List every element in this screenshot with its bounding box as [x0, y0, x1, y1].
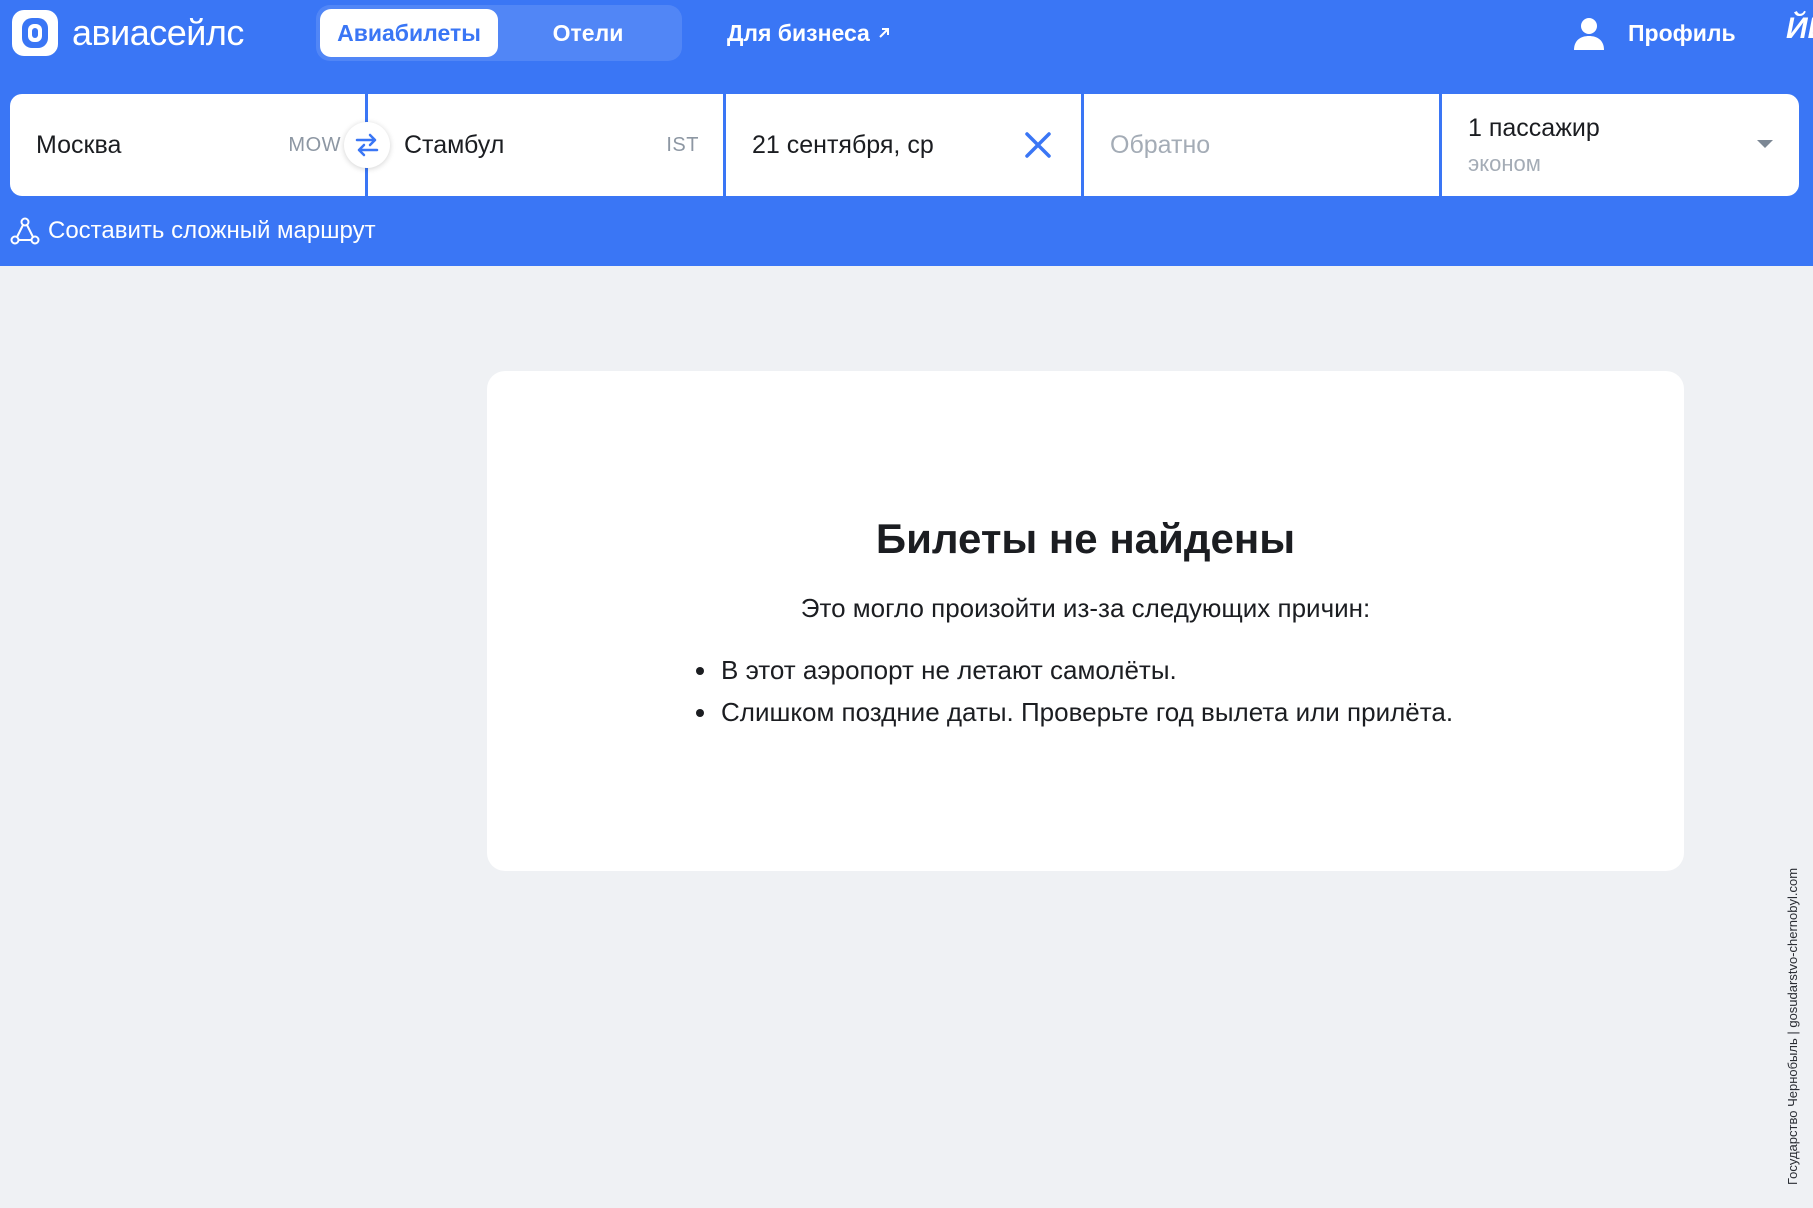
destination-field[interactable]: Стамбул IST [368, 94, 723, 196]
reasons-list: В этот аэропорт не летают самолёты. Слиш… [696, 649, 1453, 733]
user-icon [1574, 18, 1604, 50]
destination-city: Стамбул [404, 130, 505, 159]
cabin-class: эконом [1468, 150, 1541, 176]
tab-flights[interactable]: Авиабилеты [320, 9, 498, 57]
tab-hotels[interactable]: Отели [498, 9, 678, 57]
logo[interactable]: авиасейлс [12, 8, 244, 58]
list-item: Слишком поздние даты. Проверьте год выле… [696, 691, 1453, 733]
list-item: В этот аэропорт не летают самолёты. [696, 649, 1453, 691]
complex-route-label: Составить сложный маршрут [48, 217, 376, 244]
origin-code: MOW [288, 134, 341, 156]
main-tabs: Авиабилеты Отели [316, 5, 682, 61]
clear-date-button[interactable] [1019, 126, 1057, 164]
logo-icon [12, 10, 58, 56]
no-results-title: Билеты не найдены [875, 515, 1296, 562]
return-placeholder: Обратно [1110, 130, 1211, 159]
chevron-down-icon [1757, 140, 1773, 148]
no-results-subtitle: Это могло произойти из-за следующих прич… [800, 593, 1371, 623]
destination-code: IST [666, 134, 699, 156]
business-link-label: Для бизнеса [727, 19, 870, 46]
depart-date: 21 сентября, ср [752, 130, 934, 159]
swap-button[interactable] [344, 122, 390, 168]
header-bar: авиасейлс Авиабилеты Отели Для бизнеса П… [0, 0, 1813, 266]
route-icon [10, 217, 40, 245]
complex-route-link[interactable]: Составить сложный маршрут [10, 214, 376, 248]
business-link[interactable]: Для бизнеса [727, 16, 892, 50]
return-date-field[interactable]: Обратно [1084, 94, 1439, 196]
no-results-card: Билеты не найдены Это могло произойти из… [487, 371, 1684, 871]
swap-icon [355, 133, 379, 157]
close-icon [1025, 132, 1051, 158]
search-form: Москва MOW Стамбул IST 21 сентября, ср О… [10, 94, 1802, 196]
origin-field[interactable]: Москва MOW [10, 94, 365, 196]
profile-label: Профиль [1628, 19, 1736, 46]
passengers-field[interactable]: 1 пассажир эконом [1442, 94, 1799, 196]
passenger-count: 1 пассажир [1468, 113, 1600, 142]
logo-text: авиасейлс [72, 12, 244, 53]
more-icon[interactable]: ЙЙ [1786, 12, 1813, 46]
profile-button[interactable]: Профиль [1572, 12, 1736, 54]
origin-city: Москва [36, 130, 122, 159]
watermark: Государство Чернобыль | gosudarstvo-cher… [1785, 867, 1800, 1185]
depart-date-field[interactable]: 21 сентября, ср [726, 94, 1081, 196]
external-arrow-icon [879, 28, 889, 38]
